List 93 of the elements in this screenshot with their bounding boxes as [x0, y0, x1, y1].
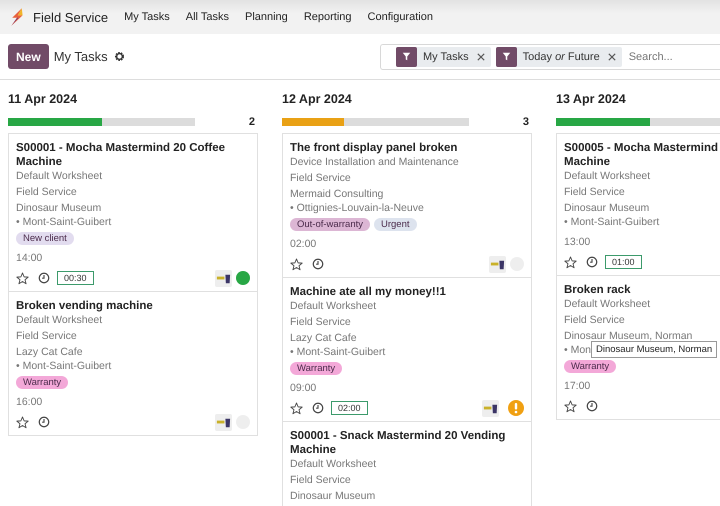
tag: Warranty [16, 376, 68, 389]
customer-city: • Mont-Saint-Guibert [564, 215, 660, 229]
clock-icon[interactable] [312, 402, 324, 414]
duration-field[interactable]: 01:00 [605, 255, 642, 269]
task-title: S00001 - Mocha Mastermind 20 Coffee Machine [16, 141, 226, 169]
status-dot[interactable] [236, 271, 250, 285]
tag: Warranty [564, 360, 616, 373]
worksheet-name: Device Installation and Maintenance [290, 155, 459, 169]
clock-icon[interactable] [38, 416, 50, 428]
search-field[interactable]: Search... [626, 50, 720, 64]
customer-name: Dinosaur Museum, Norman [564, 329, 692, 343]
breadcrumb-title: My Tasks [54, 49, 108, 64]
menu-item[interactable]: Planning [244, 11, 288, 23]
task-title: Broken rack [564, 283, 630, 297]
star-icon[interactable] [564, 400, 577, 412]
project-name: Field Service [16, 329, 77, 343]
filter-facet[interactable]: My Tasks [396, 46, 491, 66]
filter-icon [402, 52, 411, 61]
task-card[interactable]: S00001 - Snack Mastermind 20 Vending Machine Default Worksheet Field Service Dinosaur Museum [282, 421, 532, 506]
customer-city: • Ottignies-Louvain-la-Neuve [290, 201, 424, 215]
star-icon[interactable] [16, 272, 29, 284]
column-date: 12 Apr 2024 [282, 92, 352, 106]
task-card[interactable]: Machine ate all my money!!1 Default Worksheet Field Service Lazy Cat Cafe • Mont-Saint-Guibert Warranty 09:00 02:00 [282, 277, 532, 422]
task-time: 17:00 [564, 379, 590, 393]
task-card[interactable]: Broken vending machine Default Worksheet Field Service Lazy Cat Cafe • Mont-Saint-Guibert Warranty 16:00 [8, 291, 258, 436]
task-title: S00005 - Mocha Mastermind Machine [564, 141, 718, 169]
customer-city: • Mon [564, 343, 592, 357]
customer-name: Mermaid Consulting [290, 187, 384, 201]
task-count: 2 [248, 116, 255, 128]
clock-icon[interactable] [312, 258, 324, 270]
star-icon[interactable] [290, 258, 303, 270]
project-name: Field Service [290, 473, 351, 487]
project-name: Field Service [564, 185, 625, 199]
customer-city: • Mont-Saint-Guibert [290, 345, 386, 359]
clock-icon[interactable] [586, 400, 598, 412]
customer-city: • Mont-Saint-Guibert [16, 215, 112, 229]
task-title: Machine ate all my money!!1 [290, 285, 446, 299]
star-icon[interactable] [564, 256, 577, 268]
customer-name: Dinosaur Museum [564, 201, 650, 215]
star-icon[interactable] [290, 402, 303, 414]
app-name[interactable]: Field Service [33, 10, 108, 24]
settings-icon[interactable] [114, 51, 125, 62]
task-card[interactable]: S00005 - Mocha Mastermind Machine Default Worksheet Field Service Dinosaur Museum • Mont-Saint-Guibert 13:00 01:00 [556, 133, 720, 276]
filter-icon [502, 52, 511, 61]
project-name: Field Service [290, 171, 351, 185]
close-icon[interactable] [476, 52, 485, 60]
worksheet-name: Default Worksheet [16, 169, 102, 183]
clock-icon[interactable] [38, 272, 50, 284]
customer-name: Lazy Cat Cafe [16, 345, 83, 359]
task-title: The front display panel broken [290, 141, 458, 155]
worksheet-name: Default Worksheet [16, 313, 102, 327]
menu-item[interactable]: All Tasks [186, 11, 229, 23]
project-name: Field Service [290, 315, 351, 329]
customer-name: Dinosaur Museum [16, 201, 102, 215]
project-name: Field Service [564, 313, 625, 327]
customer-name: Dinosaur Museum [290, 489, 376, 503]
project-name: Field Service [16, 185, 77, 199]
worksheet-name: Default Worksheet [564, 297, 650, 311]
worksheet-name: Default Worksheet [564, 169, 650, 183]
task-card[interactable]: S00001 - Mocha Mastermind 20 Coffee Machine Default Worksheet Field Service Dinosaur Museum • Mont-Saint-Guibert New client 14:00 00:30 [8, 133, 258, 292]
new-button[interactable]: New [8, 44, 49, 69]
menu-item[interactable]: Reporting [304, 11, 352, 23]
task-card[interactable]: The front display panel broken Device Installation and Maintenance Field Service Mermaid Consulting • Ottignies-Louvain-la-Neuve Out-of-warranty Urgent 02:00 [282, 133, 532, 278]
task-time: 13:00 [564, 235, 590, 249]
task-title: S00001 - Snack Mastermind 20 Vending Machine [290, 429, 506, 457]
tag: Out-of-warranty [290, 218, 370, 231]
task-count: 3 [522, 116, 529, 128]
task-title: Broken vending machine [16, 299, 153, 313]
task-card[interactable]: Broken rack Default Worksheet Field Service Dinosaur Museum, Norman • Mon Dinosaur Museum, Norman Warranty 17:00 [556, 275, 720, 420]
menu-item[interactable]: My Tasks [124, 11, 170, 23]
duration-field[interactable]: 00:30 [57, 271, 94, 285]
tag: New client [16, 232, 74, 245]
task-time: 14:00 [16, 251, 42, 265]
task-time: 09:00 [290, 381, 316, 395]
search-bar[interactable]: My Tasks Today or Future Search... [380, 44, 720, 70]
customer-city: • Mont-Saint-Guibert [16, 359, 112, 373]
tag: Warranty [290, 362, 342, 375]
filter-facet[interactable]: Today or Future [496, 46, 622, 66]
tag: Urgent [374, 218, 417, 231]
worksheet-name: Default Worksheet [290, 457, 376, 471]
clock-icon[interactable] [586, 256, 598, 268]
tooltip: Dinosaur Museum, Norman [591, 341, 718, 358]
column-date: 13 Apr 2024 [556, 92, 626, 106]
menu-item[interactable]: Configuration [368, 11, 433, 23]
worksheet-name: Default Worksheet [290, 299, 376, 313]
task-time: 16:00 [16, 395, 42, 409]
task-time: 02:00 [290, 237, 316, 251]
customer-name: Lazy Cat Cafe [290, 331, 357, 345]
app-logo-icon[interactable] [9, 7, 25, 27]
star-icon[interactable] [16, 416, 29, 428]
duration-field[interactable]: 02:00 [331, 401, 368, 415]
column-date: 11 Apr 2024 [8, 92, 78, 106]
close-icon[interactable] [608, 52, 616, 60]
